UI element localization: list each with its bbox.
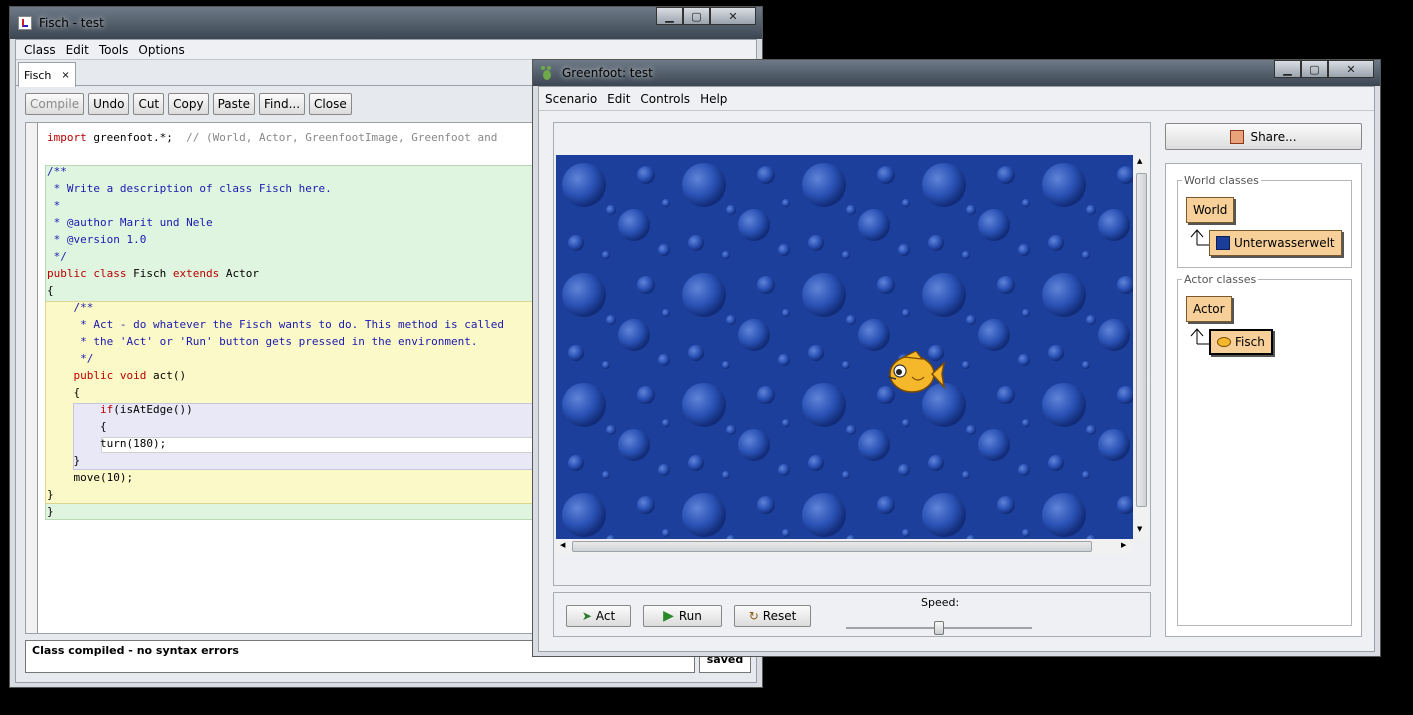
tab-fisch[interactable]: Fisch × <box>18 62 76 87</box>
act-button[interactable]: ➤ Act <box>566 605 631 627</box>
greenfoot-title: Greenfoot: test <box>562 66 653 80</box>
greenfoot-titlebar[interactable]: Greenfoot: test ▁ ▢ ✕ <box>533 60 1380 86</box>
menu-scenario[interactable]: Scenario <box>540 92 602 106</box>
undo-button[interactable]: Undo <box>88 93 130 115</box>
editor-toolbar: Compile Undo Cut Copy Paste Find... Clos… <box>25 93 356 115</box>
minimize-icon[interactable]: ▁ <box>656 7 683 25</box>
editor-menubar: Class Edit Tools Options <box>16 40 756 60</box>
speed-label: Speed: <box>921 596 960 609</box>
menu-controls[interactable]: Controls <box>635 92 695 106</box>
world-panel: ▲ ▼ ◀ ▶ <box>553 122 1151 586</box>
controls-panel: ➤ Act ▶ Run ↻ Reset Speed: <box>553 592 1151 637</box>
reset-button[interactable]: ↻ Reset <box>734 605 811 627</box>
world-classes-label: World classes <box>1182 174 1261 187</box>
find-button[interactable]: Find... <box>258 93 306 115</box>
actor-classes-label: Actor classes <box>1182 273 1259 286</box>
menu-help[interactable]: Help <box>695 92 732 106</box>
tab-label: Fisch <box>24 68 52 82</box>
line-gutter <box>26 123 38 633</box>
compile-button[interactable]: Compile <box>25 93 85 115</box>
menu-edit[interactable]: Edit <box>602 92 635 106</box>
greenfoot-logo-icon <box>541 66 555 80</box>
status-text: Class compiled - no syntax errors <box>32 644 239 657</box>
share-icon <box>1230 129 1245 144</box>
copy-button[interactable]: Copy <box>168 93 209 115</box>
world-vertical-scrollbar[interactable]: ▲ ▼ <box>1134 155 1149 539</box>
tab-close-icon[interactable]: × <box>61 70 69 81</box>
world-view[interactable] <box>556 155 1133 539</box>
run-icon: ▶ <box>663 608 674 624</box>
close-button[interactable]: Close <box>309 93 352 115</box>
menu-tools[interactable]: Tools <box>94 43 134 57</box>
inherit-arrow-icon <box>1190 328 1209 345</box>
maximize-icon[interactable]: ▢ <box>1301 60 1328 78</box>
speed-slider-thumb[interactable] <box>934 621 944 635</box>
paste-button[interactable]: Paste <box>212 93 255 115</box>
class-unterwasserwelt[interactable]: Unterwasserwelt <box>1209 230 1342 256</box>
class-world[interactable]: World <box>1186 197 1235 223</box>
maximize-icon[interactable]: ▢ <box>683 7 710 25</box>
minimize-icon[interactable]: ▁ <box>1274 60 1301 78</box>
fisch-actor[interactable] <box>882 351 946 397</box>
java-icon <box>18 16 32 30</box>
unterwasserwelt-icon <box>1216 236 1230 250</box>
share-button[interactable]: Share... <box>1165 123 1362 150</box>
underwater-background <box>556 155 1133 539</box>
class-fisch[interactable]: Fisch <box>1209 329 1273 355</box>
speed-slider[interactable] <box>846 621 1032 635</box>
act-icon: ➤ <box>581 609 592 623</box>
reset-icon: ↻ <box>748 609 759 623</box>
cut-button[interactable]: Cut <box>133 93 165 115</box>
close-icon[interactable]: ✕ <box>1328 60 1374 78</box>
greenfoot-window: Greenfoot: test ▁ ▢ ✕ Scenario Edit Cont… <box>532 59 1381 657</box>
fisch-class-icon <box>1217 337 1231 347</box>
editor-titlebar[interactable]: Fisch - test ▁ ▢ ✕ <box>10 7 762 39</box>
class-browser: World classes World Unterwasserwelt Acto… <box>1165 163 1362 637</box>
class-actor[interactable]: Actor <box>1186 296 1232 322</box>
greenfoot-menubar: Scenario Edit Controls Help <box>539 87 1374 111</box>
world-horizontal-scrollbar[interactable]: ◀ ▶ <box>556 539 1133 554</box>
menu-edit[interactable]: Edit <box>61 43 94 57</box>
editor-title: Fisch - test <box>39 16 104 30</box>
code-lines: import greenfoot.*; // (World, Actor, Gr… <box>47 131 504 518</box>
menu-class[interactable]: Class <box>19 43 61 57</box>
menu-options[interactable]: Options <box>133 43 189 57</box>
inherit-arrow-icon <box>1190 229 1209 246</box>
run-button[interactable]: ▶ Run <box>643 605 722 627</box>
close-icon[interactable]: ✕ <box>710 7 756 25</box>
